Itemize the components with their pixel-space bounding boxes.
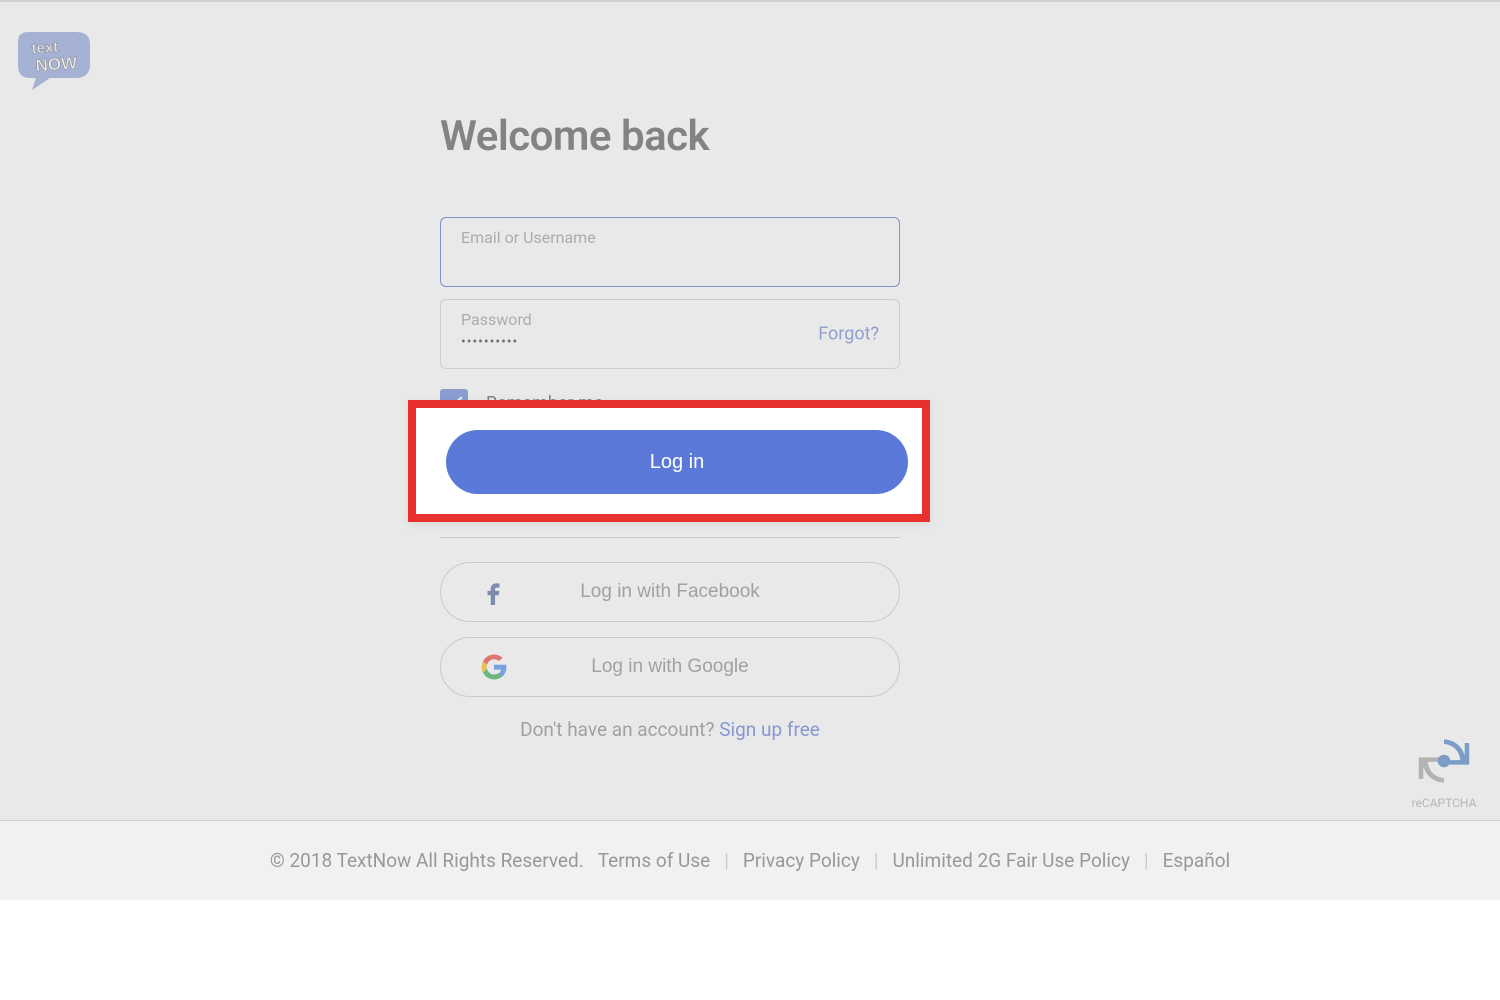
google-icon (481, 654, 507, 680)
separator: | (1144, 849, 1149, 872)
svg-text:NOW: NOW (35, 53, 79, 75)
footer-fairuse-link[interactable]: Unlimited 2G Fair Use Policy (892, 849, 1129, 872)
password-input[interactable]: •••••••••• (461, 334, 518, 350)
email-field-wrapper[interactable]: Email or Username (440, 217, 900, 287)
password-field-wrapper[interactable]: Password •••••••••• Forgot? (440, 299, 900, 369)
password-label: Password (461, 310, 879, 329)
footer-copyright: © 2018 TextNow All Rights Reserved. (270, 849, 584, 872)
page-title: Welcome back (440, 112, 900, 161)
divider (440, 537, 900, 538)
login-form: Welcome back Email or Username Password … (440, 112, 900, 417)
google-login-button[interactable]: Log in with Google (440, 637, 900, 697)
separator: | (874, 849, 879, 872)
separator: | (724, 849, 729, 872)
facebook-icon (481, 579, 507, 605)
footer: © 2018 TextNow All Rights Reserved. Term… (0, 820, 1500, 900)
facebook-login-button[interactable]: Log in with Facebook (440, 562, 900, 622)
highlight-annotation: Log in (408, 400, 930, 522)
recaptcha-label: reCAPTCHA (1396, 796, 1492, 810)
signup-row: Don't have an account? Sign up free (440, 718, 900, 741)
signup-link[interactable]: Sign up free (719, 718, 820, 741)
forgot-link[interactable]: Forgot? (818, 324, 879, 345)
google-button-label: Log in with Google (591, 656, 748, 678)
recaptcha-badge[interactable]: reCAPTCHA (1396, 734, 1492, 810)
login-button[interactable]: Log in (446, 430, 908, 494)
footer-language-link[interactable]: Español (1163, 849, 1231, 872)
signup-prompt: Don't have an account? (520, 718, 719, 741)
footer-terms-link[interactable]: Terms of Use (598, 849, 710, 872)
email-input[interactable] (461, 249, 754, 270)
facebook-button-label: Log in with Facebook (580, 581, 760, 603)
recaptcha-icon (1417, 734, 1471, 788)
email-label: Email or Username (461, 228, 879, 247)
brand-logo[interactable]: text NOW (14, 26, 94, 96)
footer-privacy-link[interactable]: Privacy Policy (743, 849, 860, 872)
